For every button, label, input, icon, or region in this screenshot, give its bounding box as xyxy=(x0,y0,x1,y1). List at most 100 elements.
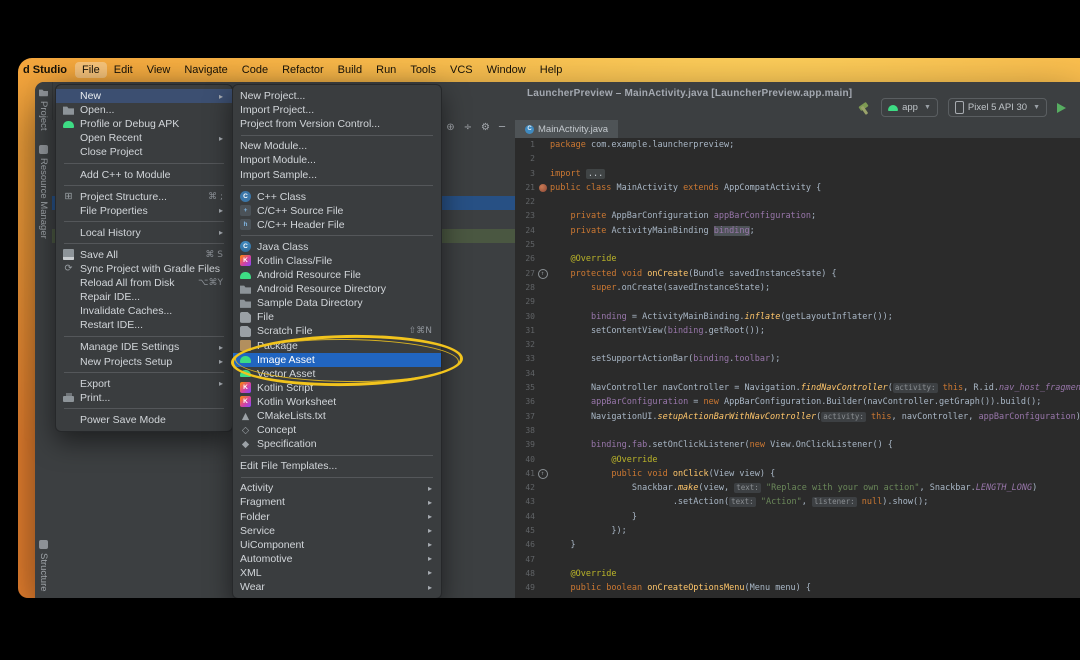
macos-app-menu[interactable]: d Studio xyxy=(21,64,75,76)
macos-menu-vcs[interactable]: VCS xyxy=(443,62,480,78)
menu-item-print[interactable]: Print... xyxy=(56,391,232,405)
menu-item-kotlin-worksheet[interactable]: KKotlin Worksheet xyxy=(233,395,441,409)
menu-item-open-recent[interactable]: Open Recent▸ xyxy=(56,131,232,145)
menu-item-automotive[interactable]: Automotive▸ xyxy=(233,552,441,566)
menu-item-import-sample[interactable]: Import Sample... xyxy=(233,167,441,181)
menu-item-open[interactable]: Open... xyxy=(56,103,232,117)
code-line-28[interactable]: 28 super.onCreate(savedInstanceState); xyxy=(515,281,1080,295)
code-line-38[interactable]: 38 xyxy=(515,424,1080,438)
menu-item-cmakelists-txt[interactable]: ▲CMakeLists.txt xyxy=(233,409,441,423)
collapse-all-icon[interactable]: ÷ xyxy=(464,122,472,133)
code-line-40[interactable]: 40 @Override xyxy=(515,453,1080,467)
macos-menu-file[interactable]: File xyxy=(75,62,107,78)
menu-item-wear[interactable]: Wear▸ xyxy=(233,580,441,594)
menu-item-project-from-version-control[interactable]: Project from Version Control... xyxy=(233,117,441,131)
code-line-45[interactable]: 45 }); xyxy=(515,524,1080,538)
code-line-48[interactable]: 48 @Override xyxy=(515,567,1080,581)
device-select[interactable]: Pixel 5 API 30 ▼ xyxy=(948,98,1047,117)
macos-menu-run[interactable]: Run xyxy=(369,62,403,78)
code-line-33[interactable]: 33 setSupportActionBar(binding.toolbar); xyxy=(515,352,1080,366)
code-line-29[interactable]: 29 xyxy=(515,295,1080,309)
run-configuration-select[interactable]: app ▼ xyxy=(881,98,938,117)
code-line-1[interactable]: 1package com.example.launcherpreview; xyxy=(515,138,1080,152)
code-line-37[interactable]: 37 NavigationUI.setupActionBarWithNavCon… xyxy=(515,410,1080,424)
menu-item-new-module[interactable]: New Module... xyxy=(233,139,441,153)
menu-item-specification[interactable]: ◆Specification xyxy=(233,437,441,451)
code-line-41[interactable]: 41↑ public void onClick(View view) { xyxy=(515,467,1080,481)
code-line-34[interactable]: 34 xyxy=(515,367,1080,381)
menu-item-manage-ide-settings[interactable]: Manage IDE Settings▸ xyxy=(56,340,232,354)
code-line-26[interactable]: 26 @Override xyxy=(515,252,1080,266)
menu-item-concept[interactable]: ◇Concept xyxy=(233,423,441,437)
menu-item-uicomponent[interactable]: UiComponent▸ xyxy=(233,538,441,552)
overrides-gutter-icon[interactable]: ↑ xyxy=(538,469,548,479)
tool-stripe-resource-manager[interactable]: Resource Manager xyxy=(38,145,49,239)
menu-item-new[interactable]: New▸ xyxy=(56,89,232,103)
tool-stripe-structure[interactable]: Structure xyxy=(38,540,49,592)
menu-item-project-structure[interactable]: ⊞Project Structure...⌘ ; xyxy=(56,190,232,204)
hide-icon[interactable]: ─ xyxy=(499,122,505,133)
menu-item-new-project[interactable]: New Project... xyxy=(233,89,441,103)
code-line-39[interactable]: 39 binding.fab.setOnClickListener(new Vi… xyxy=(515,438,1080,452)
locate-icon[interactable]: ⊕ xyxy=(446,122,454,133)
menu-item-edit-file-templates[interactable]: Edit File Templates... xyxy=(233,459,441,473)
code-line-36[interactable]: 36 appBarConfiguration = new AppBarConfi… xyxy=(515,395,1080,409)
menu-item-restart-ide[interactable]: Restart IDE... xyxy=(56,318,232,332)
code-line-3[interactable]: 3import ... xyxy=(515,167,1080,181)
macos-menu-code[interactable]: Code xyxy=(235,62,275,78)
menu-item-reload-all-from-disk[interactable]: Reload All from Disk⌥⌘Y xyxy=(56,276,232,290)
menu-item-new-projects-setup[interactable]: New Projects Setup▸ xyxy=(56,355,232,369)
settings-icon[interactable]: ⚙ xyxy=(481,122,490,133)
menu-item-add-c-to-module[interactable]: Add C++ to Module xyxy=(56,167,232,181)
code-line-47[interactable]: 47 xyxy=(515,553,1080,567)
code-line-44[interactable]: 44 } xyxy=(515,510,1080,524)
code-line-2[interactable]: 2 xyxy=(515,152,1080,166)
menu-item-profile-or-debug-apk[interactable]: Profile or Debug APK xyxy=(56,117,232,131)
menu-item-close-project[interactable]: Close Project xyxy=(56,145,232,159)
menu-item-power-save-mode[interactable]: Power Save Mode xyxy=(56,413,232,427)
menu-item-import-project[interactable]: Import Project... xyxy=(233,103,441,117)
menu-item-fragment[interactable]: Fragment▸ xyxy=(233,495,441,509)
menu-item-folder[interactable]: Folder▸ xyxy=(233,510,441,524)
menu-item-save-all[interactable]: Save All⌘ S xyxy=(56,248,232,262)
tab-mainactivity-java[interactable]: C MainActivity.java xyxy=(515,120,618,138)
menu-item-java-class[interactable]: CJava Class xyxy=(233,240,441,254)
menu-item-android-resource-file[interactable]: Android Resource File xyxy=(233,268,441,282)
menu-item-xml[interactable]: XML▸ xyxy=(233,566,441,580)
menu-item-sync-project-with-gradle-files[interactable]: ⟳Sync Project with Gradle Files xyxy=(56,262,232,276)
menu-item-android-resource-directory[interactable]: Android Resource Directory xyxy=(233,282,441,296)
code-line-22[interactable]: 22 xyxy=(515,195,1080,209)
code-line-30[interactable]: 30 binding = ActivityMainBinding.inflate… xyxy=(515,310,1080,324)
code-line-25[interactable]: 25 xyxy=(515,238,1080,252)
menu-item-activity[interactable]: Activity▸ xyxy=(233,481,441,495)
menu-item-invalidate-caches[interactable]: Invalidate Caches... xyxy=(56,304,232,318)
code-line-42[interactable]: 42 Snackbar.make(view, text: "Replace wi… xyxy=(515,481,1080,495)
build-hammer-icon[interactable] xyxy=(857,101,871,115)
menu-item-service[interactable]: Service▸ xyxy=(233,524,441,538)
macos-menu-tools[interactable]: Tools xyxy=(403,62,443,78)
menu-item-c-c-source-file[interactable]: +C/C++ Source File xyxy=(233,204,441,218)
menu-item-sample-data-directory[interactable]: Sample Data Directory xyxy=(233,296,441,310)
macos-menu-refactor[interactable]: Refactor xyxy=(275,62,331,78)
code-line-31[interactable]: 31 setContentView(binding.getRoot()); xyxy=(515,324,1080,338)
macos-menu-view[interactable]: View xyxy=(140,62,178,78)
menu-item-c-class[interactable]: CC++ Class xyxy=(233,190,441,204)
macos-menu-edit[interactable]: Edit xyxy=(107,62,140,78)
menu-item-c-c-header-file[interactable]: hC/C++ Header File xyxy=(233,218,441,232)
menu-item-export[interactable]: Export▸ xyxy=(56,377,232,391)
code-line-21[interactable]: 21public class MainActivity extends AppC… xyxy=(515,181,1080,195)
tool-stripe-project[interactable]: Project xyxy=(38,88,49,131)
macos-menu-window[interactable]: Window xyxy=(480,62,533,78)
code-line-35[interactable]: 35 NavController navController = Navigat… xyxy=(515,381,1080,395)
menu-item-repair-ide[interactable]: Repair IDE... xyxy=(56,290,232,304)
code-line-23[interactable]: 23 private AppBarConfiguration appBarCon… xyxy=(515,209,1080,223)
macos-menu-help[interactable]: Help xyxy=(533,62,570,78)
macos-menu-build[interactable]: Build xyxy=(331,62,369,78)
menu-item-file-properties[interactable]: File Properties▸ xyxy=(56,204,232,218)
code-line-43[interactable]: 43 .setAction(text: "Action", listener: … xyxy=(515,495,1080,509)
menu-item-file[interactable]: File xyxy=(233,310,441,324)
code-line-24[interactable]: 24 private ActivityMainBinding binding; xyxy=(515,224,1080,238)
code-line-49[interactable]: 49 public boolean onCreateOptionsMenu(Me… xyxy=(515,581,1080,595)
macos-menu-navigate[interactable]: Navigate xyxy=(177,62,234,78)
code-line-46[interactable]: 46 } xyxy=(515,538,1080,552)
